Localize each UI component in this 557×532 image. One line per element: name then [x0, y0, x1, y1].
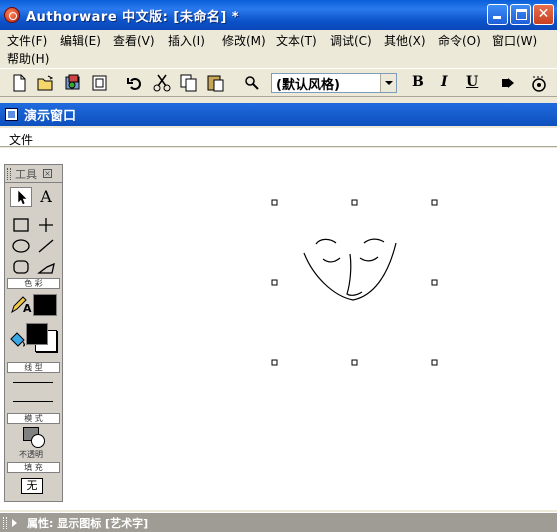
selection-handle[interactable]: [351, 359, 358, 366]
undo-icon[interactable]: [125, 73, 145, 93]
title-bar[interactable]: Authorware 中文版: [未命名] * ✕: [0, 0, 557, 30]
color-section-label: 色 彩: [7, 278, 60, 289]
text-color-label: A: [23, 302, 32, 315]
face-drawing[interactable]: [268, 196, 442, 366]
palette-close-icon[interactable]: ×: [43, 169, 52, 178]
menu-insert[interactable]: 插入(I): [166, 32, 207, 49]
presentation-window-icon: [5, 108, 18, 121]
selection-handle[interactable]: [351, 199, 358, 206]
straight-line-tool-icon[interactable]: [35, 215, 57, 235]
line-color-swatch[interactable]: [33, 294, 57, 316]
cut-icon[interactable]: [152, 73, 172, 93]
main-toolbar: (默认风格) B I U: [0, 68, 557, 97]
line-style-option-normal[interactable]: [13, 401, 53, 402]
close-button[interactable]: ✕: [533, 4, 554, 25]
dropdown-arrow-icon[interactable]: [380, 74, 396, 92]
tools-palette: 工具 × A 色 彩 A 线 型 模 式 不透明 填 充 无: [4, 164, 63, 502]
menu-bar: 文件(F) 编辑(E) 查看(V) 插入(I) 修改(M) 文本(T) 调试(C…: [0, 30, 557, 68]
mode-section-label: 模 式: [7, 413, 60, 424]
text-style-value: (默认风格): [276, 77, 340, 93]
control-panel-icon[interactable]: [529, 73, 549, 93]
text-style-select[interactable]: (默认风格): [271, 73, 397, 93]
rectangle-tool-icon[interactable]: [10, 215, 32, 235]
selection-handle[interactable]: [431, 359, 438, 366]
grip-icon[interactable]: [3, 516, 7, 529]
presentation-window-title: 演示窗口: [24, 109, 77, 124]
italic-button[interactable]: I: [441, 74, 448, 90]
save-all-icon[interactable]: [90, 73, 110, 93]
polygon-tool-icon[interactable]: [35, 257, 57, 277]
selection-handle[interactable]: [271, 359, 278, 366]
maximize-icon: [516, 9, 527, 20]
find-icon[interactable]: [242, 73, 262, 93]
maximize-button[interactable]: [510, 4, 531, 25]
menu-modify[interactable]: 修改(M): [220, 32, 268, 49]
presentation-window-title-bar[interactable]: 演示窗口: [0, 103, 557, 126]
text-tool-icon[interactable]: A: [35, 187, 57, 207]
fill-section-label: 填 充: [7, 462, 60, 473]
menu-window[interactable]: 窗口(W): [490, 32, 539, 49]
ellipse-tool-icon[interactable]: [10, 236, 32, 256]
grip-icon[interactable]: [7, 167, 11, 180]
menu-help[interactable]: 帮助(H): [5, 50, 51, 67]
menu-text[interactable]: 文本(T): [274, 32, 319, 49]
authorware-app-icon[interactable]: [4, 7, 20, 23]
copy-icon[interactable]: [179, 73, 199, 93]
menu-debug[interactable]: 调试(C): [328, 32, 374, 49]
presentation-stage[interactable]: [0, 148, 557, 510]
menu-edit[interactable]: 编辑(E): [58, 32, 103, 49]
close-icon: ✕: [537, 6, 550, 22]
authorware-window: Authorware 中文版: [未命名] * ✕ 文件(F) 编辑(E) 查看…: [0, 0, 557, 532]
rounded-rectangle-tool-icon[interactable]: [10, 257, 32, 277]
paste-icon[interactable]: [206, 73, 226, 93]
fill-foreground-color-swatch[interactable]: [26, 323, 48, 345]
fill-pattern-button[interactable]: 无: [21, 478, 43, 494]
tools-palette-header[interactable]: 工具 ×: [5, 165, 62, 183]
bold-button[interactable]: B: [412, 74, 424, 90]
menu-command[interactable]: 命令(O): [436, 32, 483, 49]
tools-palette-title: 工具: [15, 167, 37, 181]
minimize-icon: [493, 16, 501, 19]
properties-bar[interactable]: 属性: 显示图标 [艺术字]: [0, 512, 557, 532]
line-style-section-label: 线 型: [7, 362, 60, 373]
presentation-menu-file[interactable]: 文件: [9, 131, 33, 148]
face-strokes: [303, 238, 397, 301]
window-title: Authorware 中文版: [未命名] *: [26, 9, 240, 25]
menu-view[interactable]: 查看(V): [111, 32, 157, 49]
diagonal-line-tool-icon[interactable]: [35, 236, 57, 256]
pointer-tool-icon[interactable]: [10, 187, 32, 207]
menu-file[interactable]: 文件(F): [5, 32, 49, 49]
run-icon[interactable]: [498, 73, 518, 93]
presentation-menu-bar: 文件: [0, 128, 557, 147]
selection-handle[interactable]: [431, 199, 438, 206]
selection-handle[interactable]: [431, 279, 438, 286]
properties-text: 属性: 显示图标 [艺术字]: [27, 516, 149, 530]
minimize-button[interactable]: [487, 4, 508, 25]
line-style-option-thin[interactable]: [13, 382, 53, 383]
selection-handle[interactable]: [271, 279, 278, 286]
expand-arrow-icon[interactable]: [12, 518, 17, 527]
selection-handle[interactable]: [271, 199, 278, 206]
import-icon[interactable]: [63, 73, 83, 93]
underline-button[interactable]: U: [466, 74, 478, 90]
mode-opaque-circle: [31, 434, 45, 448]
menu-other[interactable]: 其他(X): [382, 32, 428, 49]
new-file-icon[interactable]: [9, 73, 29, 93]
mode-value: 不透明: [19, 450, 43, 459]
open-folder-icon[interactable]: [36, 73, 56, 93]
